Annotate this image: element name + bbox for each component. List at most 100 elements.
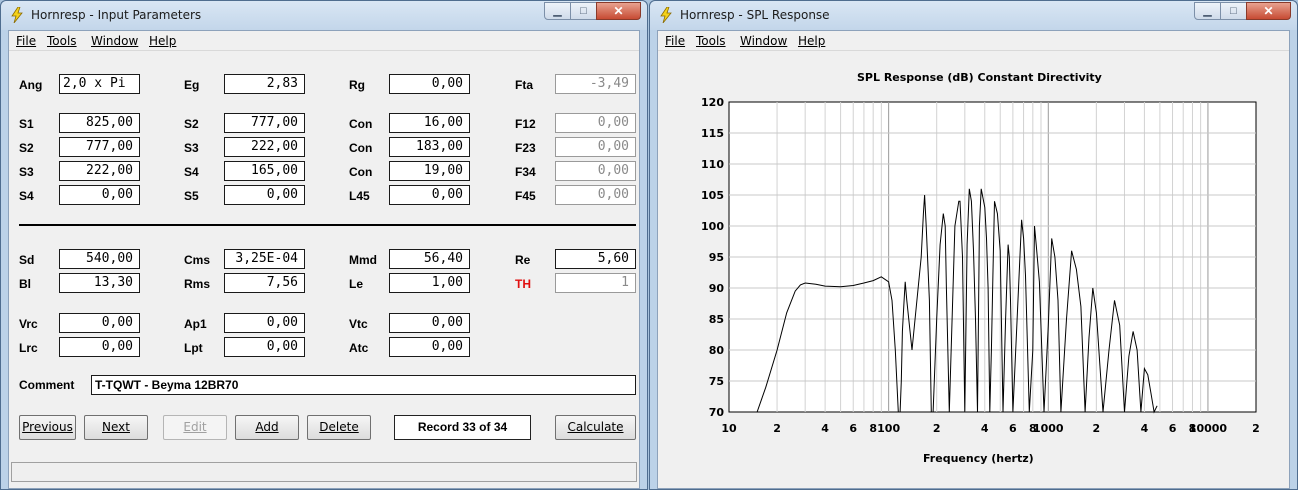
param-field-lpt[interactable]: 0,00 <box>224 337 305 357</box>
param-field-s3[interactable]: 222,00 <box>59 161 140 181</box>
param-field-th[interactable]: 1 <box>555 273 636 293</box>
param-field-rms[interactable]: 7,56 <box>224 273 305 293</box>
param-field-s3[interactable]: 222,00 <box>224 137 305 157</box>
param-field-rg[interactable]: 0,00 <box>389 74 470 94</box>
next-button[interactable]: Next <box>84 415 148 440</box>
menu-window[interactable]: Window <box>91 34 138 48</box>
param-field-vrc[interactable]: 0,00 <box>59 313 140 333</box>
param-label-rms: Rms <box>184 277 211 291</box>
x-tick-label: 2 <box>773 422 781 435</box>
window-title: Hornresp - Input Parameters <box>31 8 202 22</box>
x-tick-label: 2 <box>933 422 941 435</box>
edit-label: Edit <box>183 420 207 434</box>
param-label-s2: S2 <box>184 117 199 131</box>
param-field-bl[interactable]: 13,30 <box>59 273 140 293</box>
param-field-re[interactable]: 5,60 <box>555 249 636 269</box>
next-label: Next <box>102 420 130 434</box>
param-field-sd[interactable]: 540,00 <box>59 249 140 269</box>
param-label-fta: Fta <box>515 78 533 92</box>
param-field-vtc[interactable]: 0,00 <box>389 313 470 333</box>
param-field-lrc[interactable]: 0,00 <box>59 337 140 357</box>
previous-button[interactable]: Previous <box>19 415 76 440</box>
menu-help[interactable]: Help <box>149 34 176 48</box>
param-field-con[interactable]: 16,00 <box>389 113 470 133</box>
param-field-cms[interactable]: 3,25E-04 <box>224 249 305 269</box>
param-label-atc: Atc <box>349 341 369 355</box>
param-field-atc[interactable]: 0,00 <box>389 337 470 357</box>
close-button[interactable]: ✕ <box>1246 2 1291 20</box>
param-field-ang[interactable]: 2,0 x Pi <box>59 74 140 94</box>
x-tick-label: 2 <box>1252 422 1260 435</box>
title-bar[interactable]: Hornresp - Input Parameters ▁ □ ✕ <box>1 1 647 30</box>
param-label-ap1: Ap1 <box>184 317 207 331</box>
maximize-button[interactable]: □ <box>1220 2 1247 20</box>
y-tick-label: 105 <box>701 189 724 202</box>
close-button[interactable]: ✕ <box>596 2 641 20</box>
x-tick-label: 1000 <box>1033 422 1064 435</box>
y-tick-label: 120 <box>701 96 724 109</box>
param-field-s4[interactable]: 0,00 <box>59 185 140 205</box>
hornresp-app-icon <box>660 7 672 23</box>
edit-button[interactable]: Edit <box>163 415 227 440</box>
menu-tools[interactable]: Tools <box>47 34 77 48</box>
param-field-fta[interactable]: -3,49 <box>555 74 636 94</box>
param-field-eg[interactable]: 2,83 <box>224 74 305 94</box>
param-label-s4: S4 <box>19 189 34 203</box>
calculate-label: Calculate <box>567 420 624 434</box>
param-field-le[interactable]: 1,00 <box>389 273 470 293</box>
param-label-s3: S3 <box>19 165 34 179</box>
x-tick-label: 10000 <box>1189 422 1228 435</box>
caption-buttons: ▁ □ ✕ <box>544 2 641 20</box>
y-tick-label: 70 <box>709 406 725 419</box>
comment-field[interactable]: T-TQWT - Beyma 12BR70 <box>91 375 636 395</box>
param-field-f23[interactable]: 0,00 <box>555 137 636 157</box>
calculate-button[interactable]: Calculate <box>555 415 636 440</box>
param-field-f45[interactable]: 0,00 <box>555 185 636 205</box>
x-tick-label: 10 <box>721 422 737 435</box>
param-field-s2[interactable]: 777,00 <box>224 113 305 133</box>
maximize-button[interactable]: □ <box>570 2 597 20</box>
add-label: Add <box>255 420 279 434</box>
param-label-f23: F23 <box>515 141 536 155</box>
x-tick-label: 6 <box>1009 422 1017 435</box>
param-label-s2: S2 <box>19 141 34 155</box>
minimize-icon: ▁ <box>553 5 562 17</box>
param-field-con[interactable]: 183,00 <box>389 137 470 157</box>
param-label-lrc: Lrc <box>19 341 38 355</box>
delete-button[interactable]: Delete <box>307 415 371 440</box>
param-label-th: TH <box>515 277 531 291</box>
x-tick-label: 4 <box>821 422 829 435</box>
add-button[interactable]: Add <box>235 415 299 440</box>
menu-file[interactable]: File <box>16 34 36 48</box>
param-field-s1[interactable]: 825,00 <box>59 113 140 133</box>
record-indicator: Record 33 of 34 <box>394 415 531 440</box>
title-bar[interactable]: Hornresp - SPL Response ▁ □ ✕ <box>650 1 1297 30</box>
minimize-button[interactable]: ▁ <box>1194 2 1221 20</box>
x-tick-label: 4 <box>1141 422 1149 435</box>
param-label-l45: L45 <box>349 189 370 203</box>
param-label-re: Re <box>515 253 531 267</box>
close-icon: ✕ <box>1263 4 1274 18</box>
param-label-cms: Cms <box>184 253 211 267</box>
param-field-s5[interactable]: 0,00 <box>224 185 305 205</box>
hornresp-app-icon <box>11 7 23 23</box>
param-field-ap1[interactable]: 0,00 <box>224 313 305 333</box>
param-field-mmd[interactable]: 56,40 <box>389 249 470 269</box>
status-bar <box>11 462 637 482</box>
y-tick-label: 90 <box>709 282 725 295</box>
y-tick-label: 80 <box>709 344 725 357</box>
x-tick-label: 2 <box>1093 422 1101 435</box>
param-field-s2[interactable]: 777,00 <box>59 137 140 157</box>
param-label-rg: Rg <box>349 78 365 92</box>
x-tick-label: 6 <box>1169 422 1177 435</box>
input-parameters-window: Hornresp - Input Parameters ▁ □ ✕ File T… <box>0 0 648 490</box>
param-field-f34[interactable]: 0,00 <box>555 161 636 181</box>
menu-bar: File Tools Window Help <box>9 31 639 51</box>
minimize-button[interactable]: ▁ <box>544 2 571 20</box>
x-tick-label: 100 <box>877 422 900 435</box>
param-field-f12[interactable]: 0,00 <box>555 113 636 133</box>
param-field-con[interactable]: 19,00 <box>389 161 470 181</box>
param-label-con: Con <box>349 117 373 131</box>
param-field-l45[interactable]: 0,00 <box>389 185 470 205</box>
param-field-s4[interactable]: 165,00 <box>224 161 305 181</box>
